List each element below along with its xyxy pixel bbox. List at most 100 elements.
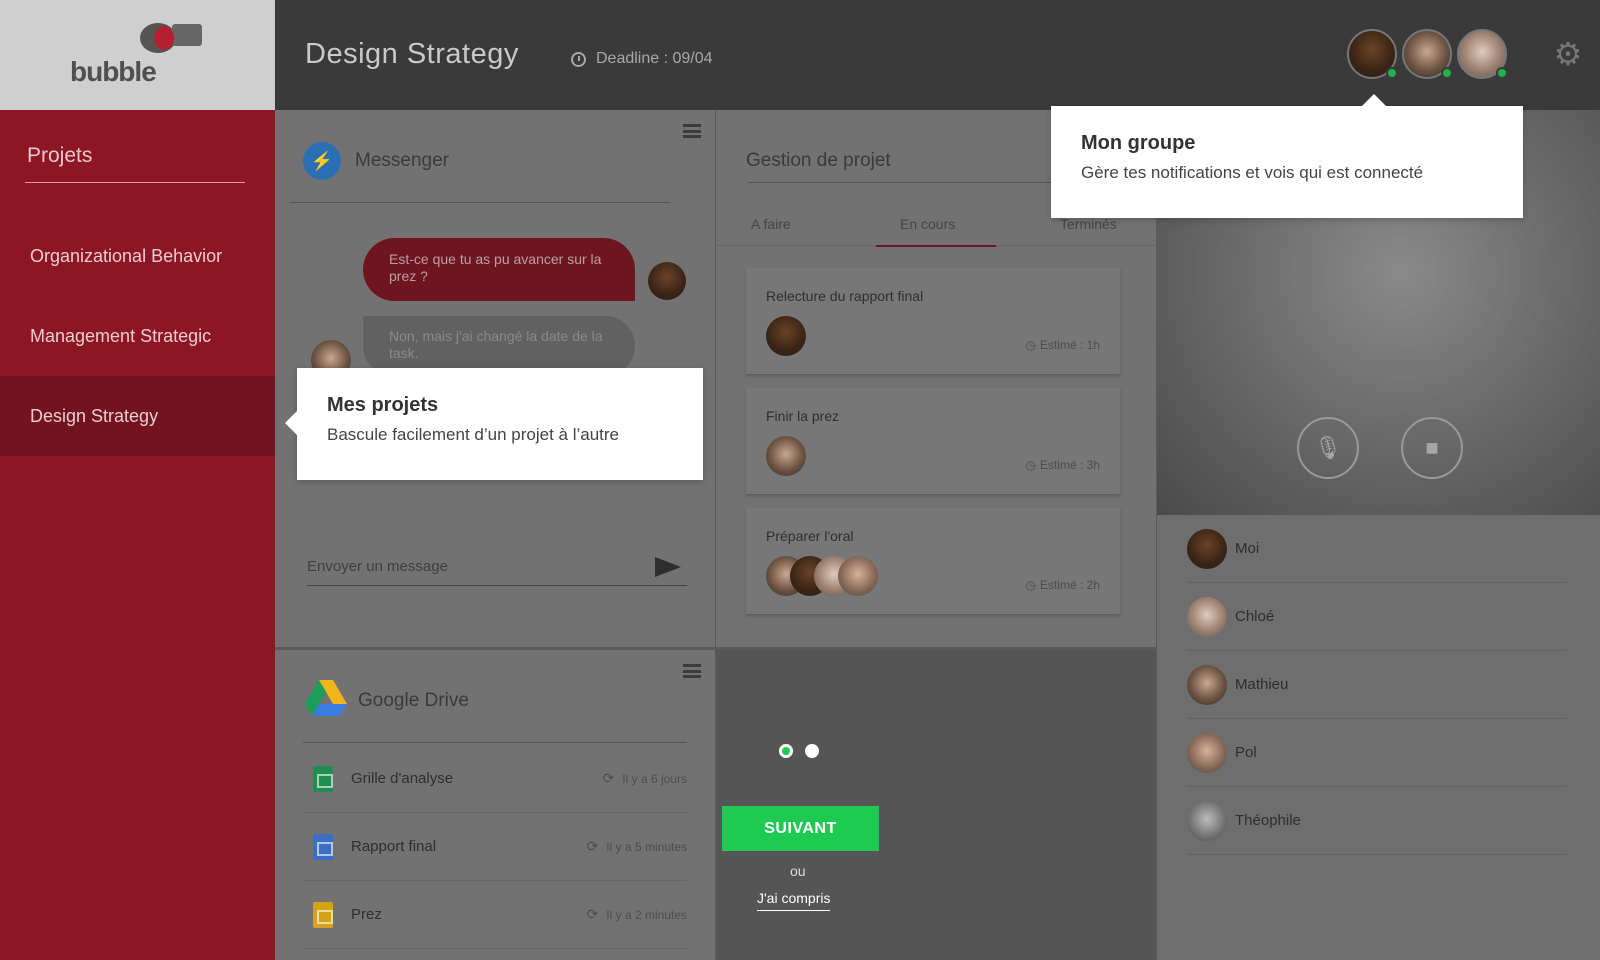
file-updated: Il y a 2 minutes [606,907,687,922]
dismiss-link[interactable]: J'ai compris [757,890,831,911]
avatar [1187,596,1227,637]
menu-icon[interactable] [683,664,701,678]
sidebar-item-management-strategic[interactable]: Management Strategic [0,296,275,376]
page-title: Design Strategy [305,38,519,70]
task-card[interactable]: Préparer l'oral ◷ Estimé : 2h [746,508,1120,614]
file-row[interactable]: Prez ⟳ Il y a 2 minutes [303,881,687,949]
logo-area: bubble [0,0,275,110]
file-updated: Il y a 5 minutes [606,839,687,854]
task-estimate-label: Estimé : 3h [1039,458,1100,472]
file-meta: ⟳ Il y a 6 jours [603,770,687,787]
task-estimate-label: Estimé : 1h [1039,338,1100,352]
panel-title: Google Drive [358,690,469,711]
or-label: ou [790,863,806,879]
task-title: Préparer l'oral [766,528,854,544]
panel-title: Messenger [355,150,449,171]
clock-icon: ◷ [1025,458,1036,472]
sidebar-title: Projets [27,144,93,167]
member-row[interactable]: Chloé [1187,583,1567,651]
file-meta: ⟳ Il y a 2 minutes [587,906,687,923]
file-name: Rapport final [351,838,437,855]
member-name: Chloé [1235,608,1275,625]
mute-microphone-button[interactable]: 🎙 [1297,417,1359,479]
file-name: Grille d'analyse [351,770,454,787]
online-indicator [1441,67,1453,79]
member-name: Moi [1235,540,1260,557]
task-estimate: ◷ Estimé : 2h [1025,578,1100,592]
sidebar-item-design-strategy[interactable]: Design Strategy [0,376,275,456]
task-estimate-label: Estimé : 2h [1039,578,1100,592]
video-camera-icon: ■ [1425,435,1439,460]
group-avatar-mathieu[interactable] [1402,29,1453,79]
member-name: Pol [1235,744,1257,761]
sync-icon: ⟳ [586,838,599,854]
file-row[interactable]: Grille d'analyse ⟳ Il y a 6 jours [303,745,687,813]
camera-button[interactable]: ■ [1401,417,1463,479]
deadline: Deadline : 09/04 [571,50,713,68]
sidebar-item-label: Organizational Behavior [30,245,223,266]
avatar [1187,732,1227,773]
docs-file-icon [313,833,333,860]
member-row[interactable]: Pol [1187,719,1567,787]
google-drive-icon [305,680,347,716]
member-name: Théophile [1235,812,1301,829]
sidebar: Projets Organizational Behavior Manageme… [0,110,275,960]
member-row[interactable]: Théophile [1187,787,1567,855]
onboarding-area [716,650,1156,960]
task-card[interactable]: Relecture du rapport final ◷ Estimé : 1h [746,268,1120,374]
clock-icon: ◷ [1025,578,1036,592]
file-updated: Il y a 6 jours [622,771,687,786]
tab-en-cours[interactable]: En cours [900,216,955,232]
sync-icon: ⟳ [586,906,599,922]
send-icon[interactable] [655,557,681,577]
sidebar-item-label: Design Strategy [30,405,159,426]
avatar [766,316,806,356]
group-avatar-moi[interactable] [1347,29,1398,79]
logo-text: bubble [70,56,157,87]
tooltip-mon-groupe: Mon groupe Gère tes notifications et voi… [1051,94,1523,218]
sidebar-item-label: Management Strategic [30,325,212,346]
avatar [1187,528,1227,569]
microphone-off-icon: 🎙 [1314,435,1342,460]
file-meta: ⟳ Il y a 5 minutes [587,838,687,855]
member-row[interactable]: Mathieu [1187,651,1567,719]
gear-icon[interactable]: ⚙ [1552,38,1584,70]
avatar [766,436,806,476]
tooltip-body: Bascule facilement d’un projet à l’autre [327,425,619,444]
tab-a-faire[interactable]: A faire [751,216,791,232]
avatar [1187,800,1227,841]
tooltip-body: Gère tes notifications et vois qui est c… [1081,163,1424,182]
sync-icon: ⟳ [602,770,615,786]
task-estimate: ◷ Estimé : 3h [1025,458,1100,472]
member-name: Mathieu [1235,676,1289,693]
task-title: Finir la prez [766,408,840,424]
clock-icon [571,51,586,67]
clock-icon: ◷ [1025,338,1036,352]
avatar [648,262,686,300]
task-estimate: ◷ Estimé : 1h [1025,338,1100,352]
tab-termines[interactable]: Terminés [1060,216,1117,232]
member-row[interactable]: Moi [1187,515,1567,583]
next-button[interactable]: SUIVANT [722,806,879,851]
google-drive-panel: Google Drive Grille d'analyse ⟳ Il y a 6… [275,650,715,960]
file-row[interactable]: Rapport final ⟳ Il y a 5 minutes [303,813,687,881]
message-bubble-received: Non, mais j'ai changé la date de la task… [363,316,635,376]
message-input[interactable]: Envoyer un message [307,550,687,586]
task-title: Relecture du rapport final [766,288,924,304]
step-dot-active [779,744,793,758]
sidebar-item-organizational-behavior[interactable]: Organizational Behavior [0,216,275,296]
divider [303,742,687,743]
tooltip-title: Mes projets [327,394,439,416]
group-avatar-chloe[interactable] [1457,29,1508,79]
online-indicator [1386,67,1398,79]
top-bar: Design Strategy Deadline : 09/04 ⚙ [275,0,1600,110]
file-name: Prez [351,906,382,923]
menu-icon[interactable] [683,124,701,138]
task-card[interactable]: Finir la prez ◷ Estimé : 3h [746,388,1120,494]
divider [25,182,245,183]
deadline-label: Deadline : 09/04 [596,50,713,67]
divider [290,202,670,203]
tooltip-title: Mon groupe [1081,132,1196,154]
slides-file-icon [313,901,333,928]
sheets-file-icon [313,765,333,792]
